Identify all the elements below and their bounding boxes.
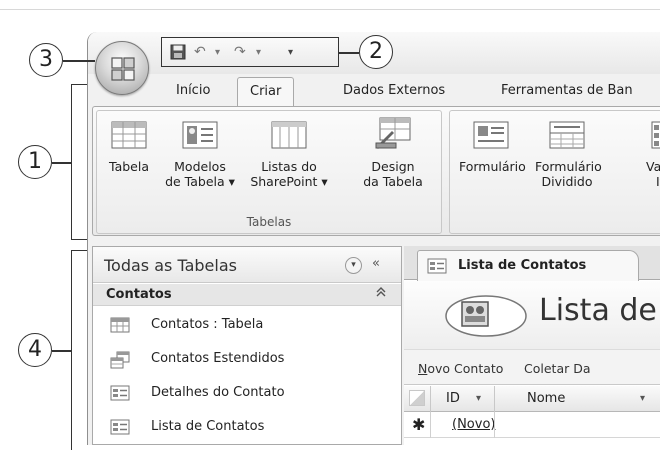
- callout-1-leader: [52, 162, 71, 164]
- form-icon: [110, 419, 130, 435]
- design-line2: da Tabela: [363, 174, 423, 189]
- table-icon: [110, 317, 130, 333]
- formulario-dividido-button[interactable]: Formulário Dividido: [535, 121, 602, 189]
- novo-contato-link[interactable]: Novo Contato: [418, 361, 503, 376]
- callout-4-leader: [52, 350, 71, 352]
- form-icon: [427, 258, 447, 274]
- form-title: Lista de: [539, 293, 657, 328]
- formulario-button[interactable]: Formulário: [459, 121, 526, 174]
- office-logo-icon: [111, 57, 135, 81]
- save-icon[interactable]: [170, 44, 186, 60]
- varios-line2: It: [656, 174, 660, 189]
- top-divider: [0, 9, 660, 10]
- column-divider: [494, 386, 495, 412]
- sharepoint-list-icon: [271, 121, 307, 149]
- datasheet-header: ID ▾ Nome ▾: [404, 386, 660, 412]
- undo-icon[interactable]: ↶: [194, 44, 206, 60]
- ribbon-tabs: Início Criar Dados Externos Ferramentas …: [87, 75, 660, 109]
- multiple-items-icon: [651, 121, 660, 149]
- nav-pane-header[interactable]: Todas as Tabelas ▾ «: [93, 247, 401, 283]
- nav-item-label: Detalhes do Contato: [151, 385, 285, 400]
- design-da-tabela-button[interactable]: Design da Tabela: [360, 117, 426, 189]
- dividido-line2: Dividido: [541, 174, 593, 189]
- select-all-icon[interactable]: [409, 390, 425, 406]
- varios-itens-button[interactable]: Va It: [646, 121, 660, 189]
- redo-icon[interactable]: ↷: [234, 44, 246, 60]
- nav-item-contatos-tabela[interactable]: Contatos : Tabela: [93, 309, 401, 341]
- tab-dados-externos[interactable]: Dados Externos: [343, 83, 445, 98]
- tab-criar[interactable]: Criar: [237, 77, 295, 109]
- form-icon: [110, 385, 130, 401]
- table-template-icon: [182, 121, 218, 149]
- listas-line1: Listas do: [261, 159, 317, 174]
- table-design-icon: [375, 117, 411, 149]
- dividido-line1: Formulário: [535, 159, 602, 174]
- navigation-pane: Todas as Tabelas ▾ « Contatos Contatos :…: [92, 246, 402, 445]
- chevron-down-icon[interactable]: ▾: [640, 393, 645, 404]
- ribbon-group-formularios: Formulário Formulário Dividido Va It: [449, 110, 660, 234]
- chevron-down-icon[interactable]: ▾: [345, 257, 362, 274]
- group-label-tabelas: Tabelas: [246, 215, 292, 229]
- table-icon: [111, 121, 147, 149]
- office-button[interactable]: [95, 41, 149, 95]
- nav-pane-title: Todas as Tabelas: [104, 256, 237, 275]
- nav-item-label: Contatos : Tabela: [151, 317, 264, 332]
- column-header-id[interactable]: ID: [446, 391, 460, 406]
- callout-3-leader: [63, 60, 95, 62]
- nav-group-label: Contatos: [106, 287, 172, 302]
- document-tab-strip: Lista de Contatos: [404, 246, 660, 281]
- callout-4-bracket: [71, 250, 87, 450]
- column-divider: [494, 412, 495, 438]
- document-area: Lista de Contatos Lista de Novo Contato …: [404, 246, 660, 445]
- modelos-line2: de Tabela ▾: [165, 174, 235, 189]
- callout-2-leader: [339, 52, 359, 54]
- column-header-nome[interactable]: Nome: [527, 391, 565, 406]
- callout-4: 4: [18, 333, 52, 367]
- new-record-icon: ✱: [412, 415, 426, 434]
- form-icon: [473, 121, 509, 149]
- form-command-bar: Novo Contato Coletar Da: [404, 349, 660, 385]
- coletar-dados-link[interactable]: Coletar Da: [524, 361, 591, 376]
- table-row-new[interactable]: ✱ (Novo): [404, 412, 660, 438]
- new-row-id-cell[interactable]: (Novo): [452, 417, 495, 432]
- document-tab-label: Lista de Contatos: [458, 258, 587, 273]
- tabela-button[interactable]: Tabela: [104, 121, 154, 174]
- undo-dropdown-icon[interactable]: ▾: [215, 47, 220, 58]
- nav-item-label: Contatos Estendidos: [151, 351, 285, 366]
- callout-3: 3: [29, 43, 63, 77]
- nav-item-detalhes-do-contato[interactable]: Detalhes do Contato: [93, 377, 401, 409]
- nav-item-label: Lista de Contatos: [151, 419, 265, 434]
- contacts-book-icon: [445, 295, 527, 337]
- listas-sharepoint-button[interactable]: Listas do SharePoint ▾: [246, 121, 332, 189]
- tab-ferramentas[interactable]: Ferramentas de Ban: [501, 83, 633, 98]
- nav-item-contatos-estendidos[interactable]: Contatos Estendidos: [93, 343, 401, 375]
- callout-1-bracket: [71, 84, 87, 240]
- listas-line2: SharePoint ▾: [250, 174, 328, 189]
- document-tab-lista-de-contatos[interactable]: Lista de Contatos: [417, 250, 639, 281]
- chevron-down-icon[interactable]: ▾: [476, 393, 481, 404]
- callout-2: 2: [359, 35, 393, 69]
- design-line1: Design: [371, 159, 415, 174]
- collapse-pane-icon[interactable]: «: [372, 256, 380, 271]
- tabela-label: Tabela: [109, 159, 149, 174]
- redo-dropdown-icon[interactable]: ▾: [256, 47, 261, 58]
- collapse-group-icon[interactable]: [376, 286, 386, 301]
- query-icon: [110, 351, 130, 369]
- varios-line1: Va: [646, 159, 660, 174]
- form-header: Lista de: [404, 281, 660, 349]
- callout-1: 1: [18, 145, 52, 179]
- quick-access-toolbar: ↶ ▾ ↷ ▾ ▾: [161, 37, 339, 67]
- formulario-label: Formulário: [459, 159, 526, 174]
- tab-inicio[interactable]: Início: [176, 83, 210, 98]
- nav-group-contatos[interactable]: Contatos: [93, 284, 401, 306]
- nav-item-lista-de-contatos[interactable]: Lista de Contatos: [93, 411, 401, 443]
- column-divider: [430, 412, 431, 438]
- modelos-de-tabela-button[interactable]: Modelos de Tabela ▾: [164, 121, 236, 189]
- split-form-icon: [549, 121, 585, 149]
- customize-toolbar-icon[interactable]: ▾: [288, 47, 293, 58]
- modelos-line1: Modelos: [174, 159, 226, 174]
- column-divider: [430, 386, 431, 412]
- ribbon-group-tabelas: Tabela Modelos de Tabela ▾ Listas do Sha…: [96, 110, 442, 234]
